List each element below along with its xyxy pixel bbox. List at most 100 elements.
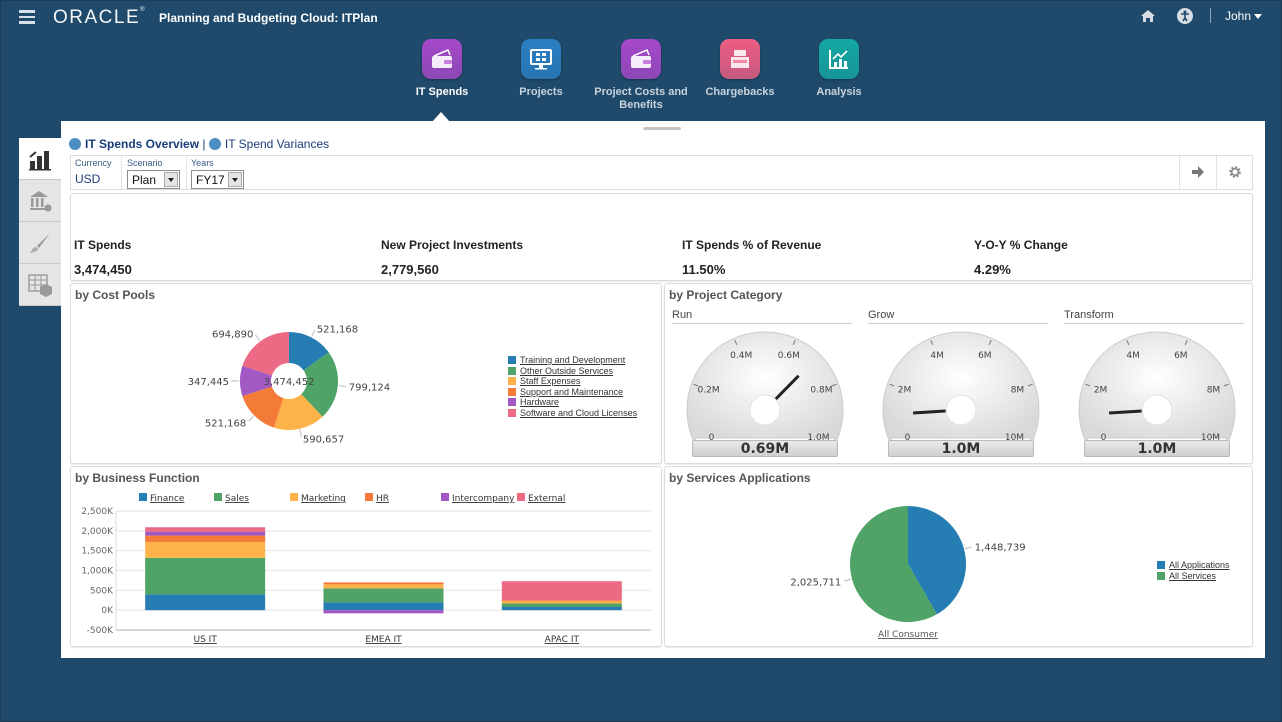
gauge-run: 0 0.2M 0.4M 0.6M 0.8M 1.0M [686,331,844,440]
gauge-tick-label: 0 [905,433,911,440]
legend-item-hr[interactable]: HR [376,494,389,504]
scenario-select[interactable]: Plan [127,170,180,189]
cost-pools-pie-chart: 521,168 799,124 590,657 521,168 347,445 694,8… [188,324,390,445]
legend-item-support-and-maintenance[interactable]: Support and Maintenance [508,387,637,398]
legend-item-sales[interactable]: Sales [225,494,249,504]
cost-pools-card: by Cost Pools 521,168 799,124 590,657 521,1… [70,283,662,464]
pov-years: Years FY17 [191,158,244,189]
gauge-value-transform: 1.0M [1084,440,1230,457]
y-tick-label: 2,500K [81,507,114,517]
bar-segment-finance [323,602,444,611]
sidetab-brush[interactable] [19,222,61,264]
cash-register-icon [720,39,760,79]
gauge-tick-label: 6M [1174,351,1188,361]
kpi-it-spends-pct-revenue: IT Spends % of Revenue 11.50% [682,238,822,277]
legend-swatch [508,356,516,364]
y-tick-label: 1,000K [81,567,114,577]
legend-item-finance[interactable]: Finance [150,494,185,504]
card-title: by Business Function [75,471,200,485]
monitor-icon [521,39,561,79]
sidetab-dashboard[interactable] [19,138,61,180]
legend-item-external[interactable]: External [528,494,565,504]
pie-data-label: 1,448,739 [975,542,1026,553]
divider [186,156,187,189]
x-tick-label[interactable]: US IT [194,635,218,645]
nav-item-analysis[interactable]: Analysis [789,39,889,99]
bar-segment-external [145,527,266,532]
gear-icon [1229,166,1241,178]
sidetab-table[interactable] [19,264,61,306]
chevron-down-icon[interactable] [164,172,178,187]
business-function-card: by Business Function Finance Sales Marketi… [70,466,662,647]
bar-segment-intercompany [323,610,444,614]
app-title: Planning and Budgeting Cloud: ITPlan [159,11,378,25]
bar-segment-marketing [323,584,444,589]
legend-item-other-outside-services[interactable]: Other Outside Services [508,366,637,377]
pov-scenario: Scenario Plan [127,158,180,189]
currency-value[interactable]: USD [75,172,112,186]
gauge-tick-label: 10M [1201,433,1220,440]
gauge-value-grow: 1.0M [888,440,1034,457]
hamburger-menu-icon[interactable] [19,10,35,24]
legend-item-marketing[interactable]: Marketing [301,494,346,504]
legend-swatch-finance [139,493,147,501]
years-label: Years [191,158,214,168]
chart-icon [819,39,859,79]
x-axis-label[interactable]: All Consumer [878,630,938,640]
bar-segment-hr [323,582,444,585]
gauge-tick-label: 0 [709,433,715,440]
breadcrumb-link-variances[interactable]: IT Spend Variances [225,137,329,151]
years-select[interactable]: FY17 [191,170,244,189]
nav-item-label: Project Costs and Benefits [594,86,688,111]
services-applications-legend: All Applications All Services [1157,560,1230,581]
gauge-hub [945,394,977,426]
nav-item-project-costs-and[interactable]: Project Costs and Benefits [591,39,691,112]
accessibility-icon[interactable] [1177,8,1193,24]
gauge-tick-label: 8M [1011,386,1025,396]
legend-item-staff-expenses[interactable]: Staff Expenses [508,376,637,387]
legend-item-all-applications[interactable]: All Applications [1157,560,1230,571]
breadcrumb: IT Spends Overview | IT Spend Variances [69,137,329,151]
legend-item-hardware[interactable]: Hardware [508,397,637,408]
pie-data-label: 799,124 [349,383,390,394]
legend-item-training-and-development[interactable]: Training and Development [508,355,637,366]
legend-swatch-hr [365,493,373,501]
sidetab-bank[interactable] [19,180,61,222]
divider [121,156,122,189]
chevron-down-icon[interactable] [228,172,242,187]
services-applications-card: by Services Applications 1,448,739 2,025,… [664,466,1253,647]
pie-data-label: 521,168 [205,419,246,430]
home-icon[interactable] [1140,8,1156,24]
brush-icon [30,233,50,253]
x-tick-label[interactable]: EMEA IT [365,635,402,645]
legend-item-software-and-cloud-licenses[interactable]: Software and Cloud Licenses [508,408,637,419]
go-button[interactable] [1179,156,1216,189]
gauge-tick-label: 0.2M [698,386,720,396]
gauge-title-run: Run [672,309,852,324]
services-applications-pie-chart: 1,448,739 2,025,711 All Consumer [790,506,1026,640]
nav-item-it-spends[interactable]: IT Spends [392,39,492,99]
x-tick-label[interactable]: APAC IT [545,635,580,645]
bar-segment-hr [501,600,622,602]
settings-button[interactable] [1216,156,1253,189]
nav-item-chargebacks[interactable]: Chargebacks [690,39,790,99]
gauge-tick-label: 0.6M [778,351,800,361]
collapse-grip-handle[interactable] [643,127,681,130]
bank-icon [30,191,52,212]
gauge-tick-label: 2M [1094,386,1108,396]
top-bar: ORACLE® Planning and Budgeting Cloud: IT… [1,1,1282,35]
nav-item-label: Chargebacks [705,86,775,98]
pie-leader-line [311,329,316,337]
bar-segment-sales [323,588,444,603]
pov-currency: Currency USD [75,158,112,186]
table-cube-icon [28,274,52,297]
bar-segment-hr [145,535,266,542]
gauge-tick-label: 0 [1101,433,1107,440]
legend-item-all-services[interactable]: All Services [1157,571,1230,582]
user-menu[interactable]: John [1225,9,1263,23]
nav-item-projects[interactable]: Projects [491,39,591,99]
legend-item-intercompany[interactable]: Intercompany [452,494,515,504]
kpi-it-spends: IT Spends 3,474,450 [74,238,132,277]
pie-leader-line [844,578,852,582]
breadcrumb-current[interactable]: IT Spends Overview [85,137,199,151]
